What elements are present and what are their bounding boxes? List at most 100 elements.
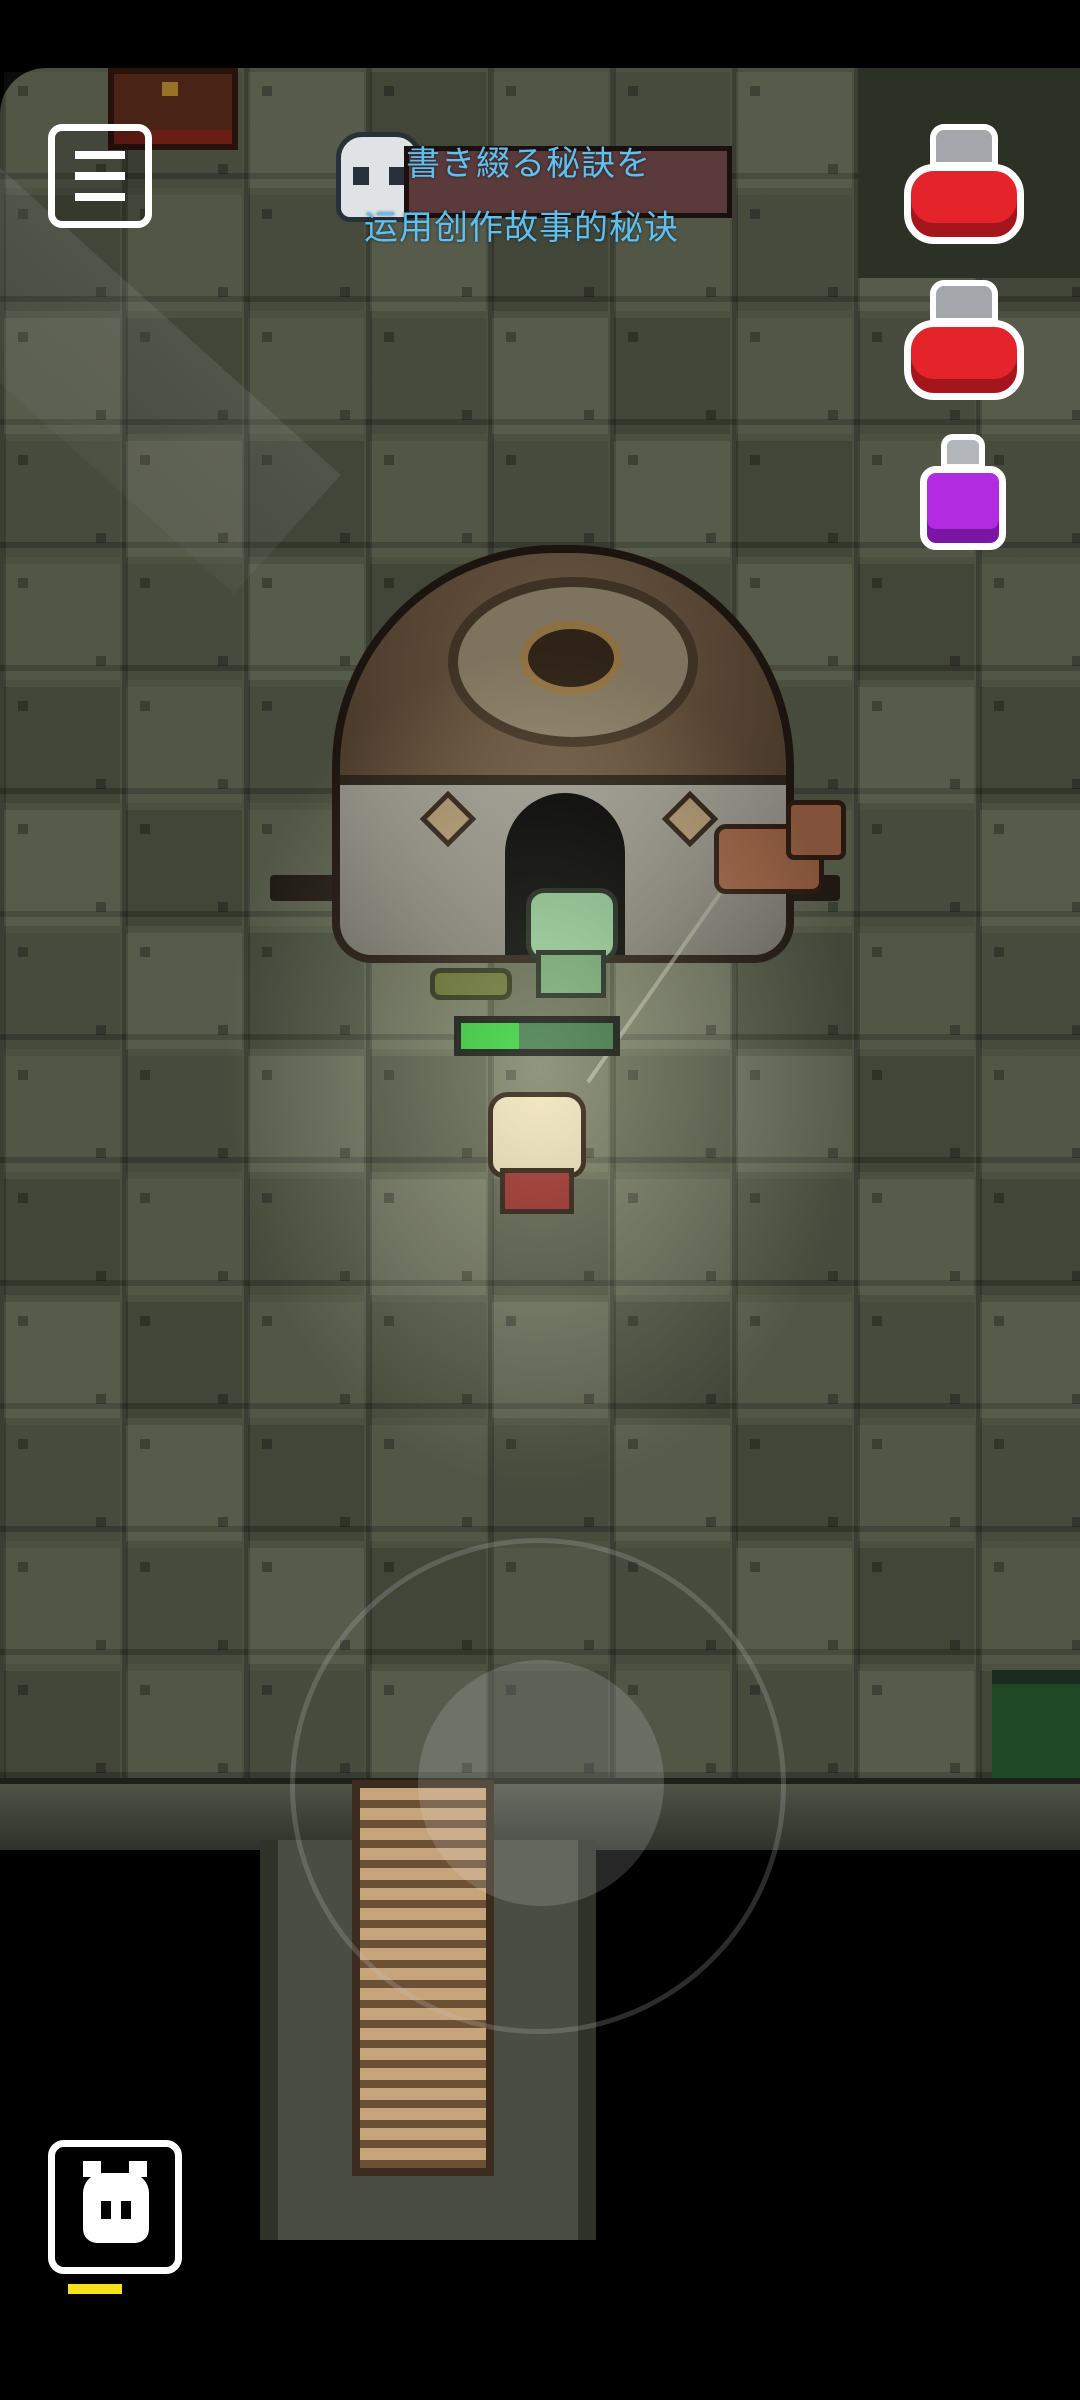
floor-tile (858, 1671, 974, 1778)
floor-tile (858, 933, 974, 1049)
floor-tile (4, 1671, 120, 1778)
quest-text-line-2: 运用创作故事的秘诀 (364, 208, 679, 248)
player-body (500, 1168, 574, 1214)
floor-tile (248, 1425, 364, 1541)
pet-dog (714, 800, 846, 894)
bunker-hatch-inner (520, 621, 622, 695)
floor-tile (4, 810, 120, 926)
floor-tile (126, 1179, 242, 1295)
enemy-health-bar (454, 1016, 620, 1056)
hamburger-menu-icon (75, 172, 125, 180)
floor-tile (126, 1302, 242, 1418)
floor-tile (492, 1302, 608, 1418)
floor-tile (858, 1056, 974, 1172)
floor-tile (736, 195, 852, 311)
floor-tile (736, 72, 852, 188)
purple-mana-potion-icon (920, 466, 1006, 550)
floor-tile (248, 1056, 364, 1172)
floor-tile (4, 564, 120, 680)
player-character (478, 1092, 586, 1214)
floor-tile (370, 1302, 486, 1418)
floor-tile (858, 687, 974, 803)
floor-tile (980, 1056, 1080, 1172)
floor-tile (736, 1056, 852, 1172)
floor-tile (126, 1671, 242, 1778)
floor-tile (736, 1179, 852, 1295)
floor-tile (4, 1056, 120, 1172)
floor-tile (614, 441, 730, 557)
quest-notification: 書き綴る秘訣を 运用创作故事的秘诀 (336, 126, 732, 256)
floor-tile (980, 933, 1080, 1049)
dog-head (786, 800, 846, 860)
floor-tile (370, 1056, 486, 1172)
health-track (461, 1023, 613, 1049)
wall-block-green (992, 1670, 1080, 1784)
chest-lock (162, 82, 178, 96)
floor-tile (858, 810, 974, 926)
potion-cap (941, 434, 985, 470)
floor-tile (492, 441, 608, 557)
floor-tile (4, 933, 120, 1049)
hamburger-menu-icon (75, 193, 125, 201)
floor-tile (736, 1548, 852, 1664)
potion-cap (930, 280, 998, 324)
floor-tile (370, 318, 486, 434)
floor-tile (370, 1179, 486, 1295)
floor-tile (858, 1548, 974, 1664)
floor-tile (614, 1179, 730, 1295)
floor-tile (736, 1425, 852, 1541)
floor-tile (248, 1179, 364, 1295)
floor-tile (980, 810, 1080, 926)
zombie-body (536, 950, 606, 998)
floor-tile (126, 810, 242, 926)
floor-tile (370, 441, 486, 557)
joystick-knob[interactable] (418, 1660, 664, 1906)
player-head (488, 1092, 586, 1178)
floor-tile (980, 1548, 1080, 1664)
floor-tile (4, 1179, 120, 1295)
potion-cap (930, 124, 998, 168)
menu-button[interactable] (48, 124, 152, 228)
zombie-enemy[interactable] (520, 888, 618, 998)
mana-potion-slot[interactable] (920, 434, 1006, 550)
pet-face-icon (83, 2173, 149, 2243)
floor-tile (858, 1302, 974, 1418)
floor-tile (248, 1302, 364, 1418)
floor-tile (4, 687, 120, 803)
bunker-hatch (448, 577, 698, 747)
floor-tile (980, 1179, 1080, 1295)
floor-tile (980, 687, 1080, 803)
red-health-potion-icon (904, 320, 1024, 400)
floor-tile (614, 1056, 730, 1172)
floor-tile (614, 318, 730, 434)
red-health-potion-icon (904, 164, 1024, 244)
floor-tile (858, 1179, 974, 1295)
pet-skill-button[interactable] (48, 2140, 182, 2274)
floor-tile (980, 1302, 1080, 1418)
floor-tile (614, 1425, 730, 1541)
floor-tile (492, 1425, 608, 1541)
quest-text-line-1: 書き綴る秘訣を (406, 144, 651, 184)
floor-tile (126, 933, 242, 1049)
floor-tile (4, 1548, 120, 1664)
floor-tile (126, 687, 242, 803)
floor-tile (858, 1425, 974, 1541)
floor-tile (126, 1425, 242, 1541)
health-potion-slot-1[interactable] (904, 124, 1024, 244)
floor-tile (4, 1425, 120, 1541)
floor-tile (858, 564, 974, 680)
game-screen[interactable]: 書き綴る秘訣を 运用创作故事的秘诀 (0, 0, 1080, 2400)
floor-tile (980, 564, 1080, 680)
floor-tile (492, 318, 608, 434)
floor-tile (370, 1425, 486, 1541)
dropped-glasses[interactable] (430, 968, 512, 1000)
pet-cooldown-bar (68, 2284, 122, 2294)
hamburger-menu-icon (75, 151, 125, 159)
health-potion-slot-2[interactable] (904, 280, 1024, 400)
floor-tile (736, 441, 852, 557)
floor-tile (736, 318, 852, 434)
floor-tile (614, 1302, 730, 1418)
floor-tile (736, 1302, 852, 1418)
floor-tile (126, 1548, 242, 1664)
floor-tile (4, 1302, 120, 1418)
